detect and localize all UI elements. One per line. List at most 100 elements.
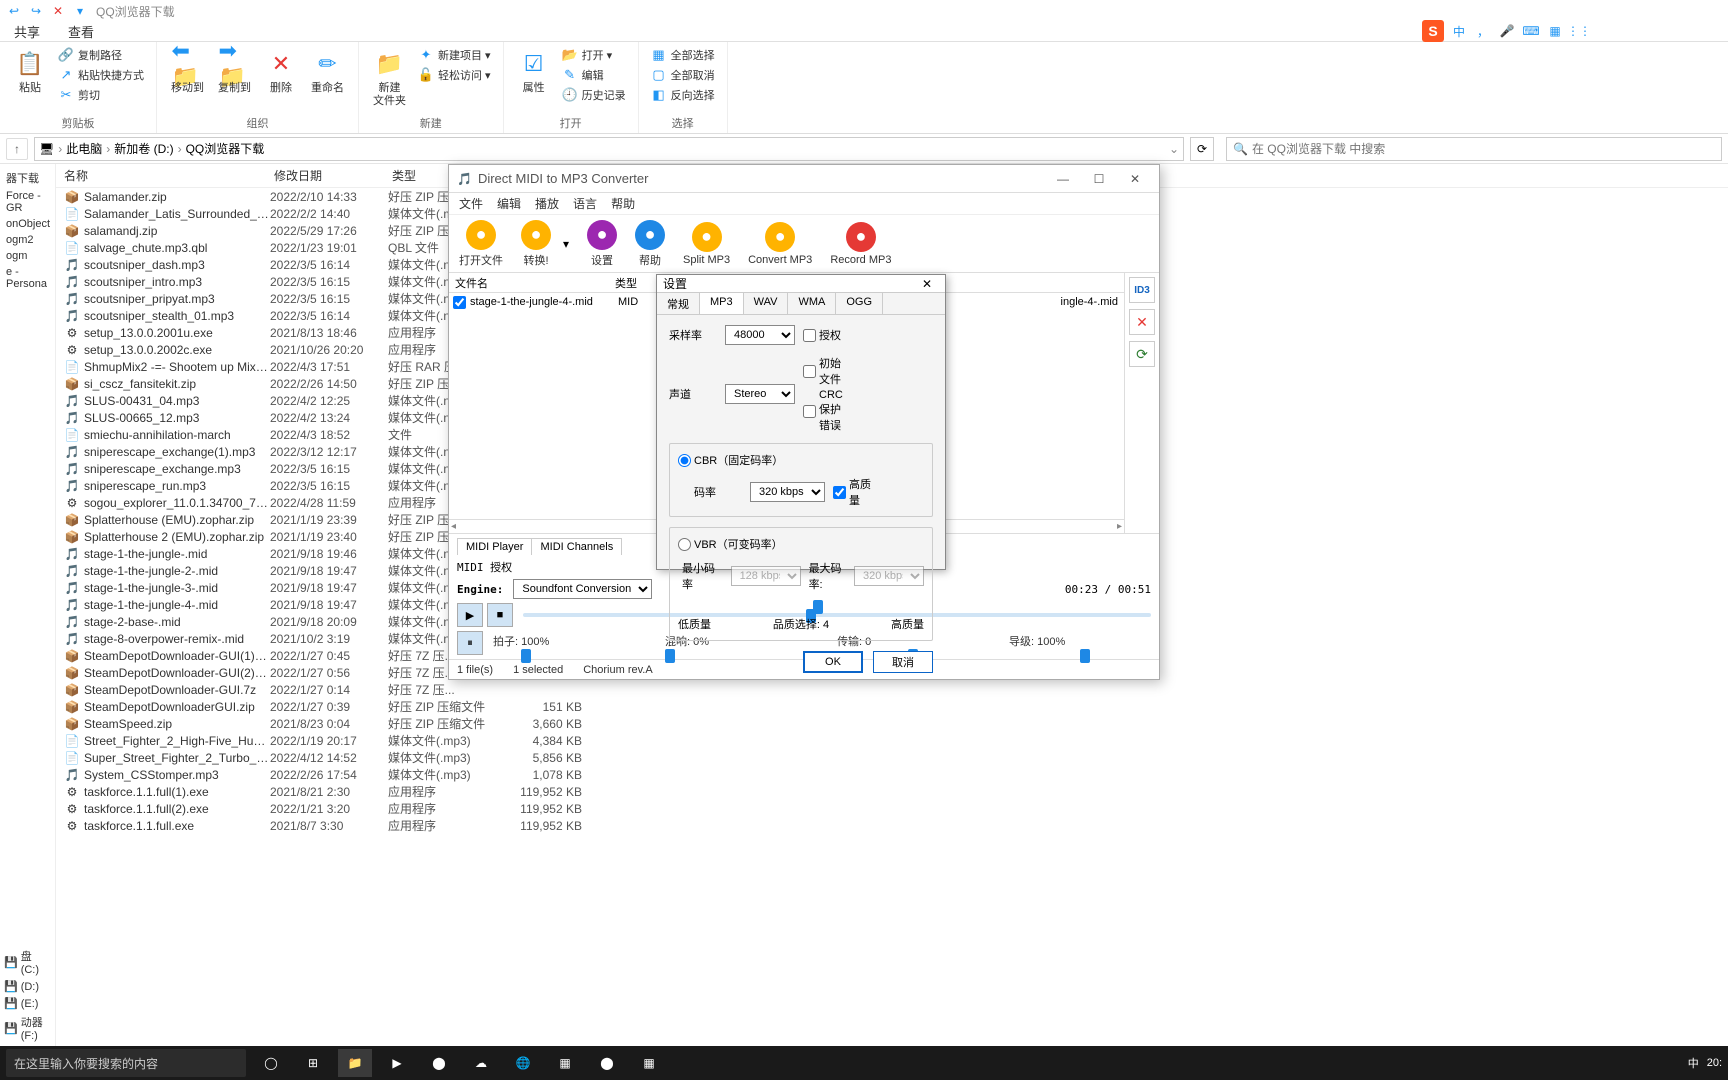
toolbar-button[interactable]: ●设置 — [587, 220, 617, 268]
settings-tab[interactable]: MP3 — [700, 293, 744, 314]
file-row[interactable]: 📦SteamDepotDownloader-GUI.7z2022/1/27 0:… — [56, 681, 1728, 698]
new-folder-button[interactable]: 📁新建 文件夹 — [369, 46, 410, 110]
cbr-radio[interactable]: CBR（固定码率） — [678, 452, 924, 468]
sidebar-drive[interactable]: 💾(D:) — [4, 980, 51, 993]
crumb-dropdown-icon[interactable]: ⌄ — [1169, 142, 1179, 156]
tab-share[interactable]: 共享 — [10, 22, 44, 41]
open-button[interactable]: 📂打开 ▾ — [560, 46, 628, 64]
col-filename[interactable]: 文件名 — [449, 275, 609, 291]
cortana-icon[interactable]: ◯ — [254, 1049, 288, 1077]
col-date[interactable]: 修改日期 — [266, 167, 384, 184]
sidebar-item[interactable]: ogm2 — [4, 232, 51, 248]
sidebar-item[interactable]: onObject — [4, 216, 51, 232]
properties-button[interactable]: ☑属性 — [514, 46, 554, 97]
invert-select-button[interactable]: ◧反向选择 — [649, 86, 717, 104]
edit-button[interactable]: ✎编辑 — [560, 66, 628, 84]
settings-tab[interactable]: WAV — [744, 293, 789, 314]
back-icon[interactable]: ↩ — [6, 3, 22, 19]
sample-rate-select[interactable]: 48000 — [725, 325, 795, 345]
file-row[interactable]: ⚙taskforce.1.1.full(2).exe2022/1/21 3:20… — [56, 800, 1728, 817]
toolbar-button[interactable]: ●Convert MP3 — [748, 222, 812, 266]
sidebar-item[interactable]: 器下载 — [4, 168, 51, 188]
crumb-seg[interactable]: 新加卷 (D:) — [114, 140, 173, 157]
init-file-checkbox[interactable]: 初始文件 — [803, 355, 851, 387]
play-button[interactable]: ▶ — [457, 603, 483, 627]
converter-title-bar[interactable]: 🎵 Direct MIDI to MP3 Converter — ☐ ✕ — [449, 165, 1159, 193]
menu-item[interactable]: 帮助 — [611, 195, 635, 212]
auth-checkbox[interactable]: 授权 — [803, 327, 851, 343]
easy-access-button[interactable]: 🔓轻松访问 ▾ — [416, 66, 493, 84]
app-icon[interactable]: ▦ — [632, 1049, 666, 1077]
app-icon[interactable]: ☁ — [464, 1049, 498, 1077]
ok-button[interactable]: OK — [803, 651, 863, 673]
col-name[interactable]: 名称 — [56, 167, 266, 184]
app-icon[interactable]: ▦ — [548, 1049, 582, 1077]
cut-button[interactable]: ✂剪切 — [56, 86, 146, 104]
dropdown-icon[interactable]: ▾ — [72, 3, 88, 19]
ime-keyboard-icon[interactable]: ⌨ — [1522, 22, 1540, 40]
ime-lang-icon[interactable]: 中 — [1450, 22, 1468, 40]
search-box[interactable]: 🔍 — [1226, 137, 1722, 161]
reload-button[interactable]: ⟳ — [1129, 341, 1155, 367]
toolbar-button[interactable]: ●转换! — [521, 220, 551, 268]
app-icon[interactable]: ▶ — [380, 1049, 414, 1077]
delete-button[interactable]: ✕删除 — [261, 46, 301, 97]
pause-button[interactable]: ⏸ — [457, 631, 483, 655]
paste-shortcut-button[interactable]: ↗粘贴快捷方式 — [56, 66, 146, 84]
app-icon[interactable]: ⬤ — [590, 1049, 624, 1077]
id3-button[interactable]: ID3 — [1129, 277, 1155, 303]
col-filetype[interactable]: 类型 — [609, 275, 659, 291]
settings-title-bar[interactable]: 设置 ✕ — [657, 275, 945, 293]
app-icon[interactable]: ⬤ — [422, 1049, 456, 1077]
select-all-button[interactable]: ▦全部选择 — [649, 46, 717, 64]
menu-item[interactable]: 文件 — [459, 195, 483, 212]
menu-item[interactable]: 播放 — [535, 195, 559, 212]
breadcrumb[interactable]: 🖥› 此电脑› 新加卷 (D:)› QQ浏览器下载 ⌄ — [34, 137, 1184, 161]
menu-item[interactable]: 编辑 — [497, 195, 521, 212]
remove-button[interactable]: ✕ — [1129, 309, 1155, 335]
ime-skin-icon[interactable]: ▦ — [1546, 22, 1564, 40]
paste-button[interactable]: 📋 粘贴 — [10, 46, 50, 97]
sidebar-drive[interactable]: 💾(E:) — [4, 997, 51, 1010]
explorer-icon[interactable]: 📁 — [338, 1049, 372, 1077]
move-to-button[interactable]: ⬅📁移动到 — [167, 46, 208, 97]
copy-path-button[interactable]: 🔗复制路径 — [56, 46, 146, 64]
task-view-icon[interactable]: ⊞ — [296, 1049, 330, 1077]
player-tab[interactable]: MIDI Player — [457, 538, 532, 555]
tray-ime[interactable]: 中 — [1688, 1055, 1699, 1071]
history-button[interactable]: 🕘历史记录 — [560, 86, 628, 104]
maximize-button[interactable]: ☐ — [1083, 168, 1115, 190]
toolbar-button[interactable]: ●Split MP3 — [683, 222, 730, 266]
cancel-button[interactable]: 取消 — [873, 651, 933, 673]
settings-close-button[interactable]: ✕ — [915, 277, 939, 291]
taskbar-search[interactable]: 在这里输入你要搜索的内容 — [6, 1049, 246, 1077]
rename-button[interactable]: ✏重命名 — [307, 46, 348, 97]
file-row[interactable]: 📦SteamSpeed.zip2021/8/23 0:04好压 ZIP 压缩文件… — [56, 715, 1728, 732]
toolbar-button[interactable]: ●帮助 — [635, 220, 665, 268]
file-row[interactable]: 📄Super_Street_Fighter_2_Turbo_New_...202… — [56, 749, 1728, 766]
close-button[interactable]: ✕ — [1119, 168, 1151, 190]
ime-menu-icon[interactable]: ⋮⋮ — [1570, 22, 1588, 40]
engine-select[interactable]: Soundfont Conversion — [513, 579, 652, 599]
refresh-button[interactable]: ⟳ — [1190, 137, 1214, 161]
channel-select[interactable]: Stereo — [725, 384, 795, 404]
file-row[interactable]: 🎵System_CSStomper.mp32022/2/26 17:54媒体文件… — [56, 766, 1728, 783]
file-row[interactable]: ⚙taskforce.1.1.full(1).exe2021/8/21 2:30… — [56, 783, 1728, 800]
crumb-seg[interactable]: QQ浏览器下载 — [186, 140, 265, 157]
tray-time[interactable]: 20: — [1707, 1057, 1722, 1069]
settings-tab[interactable]: 常规 — [657, 293, 700, 314]
file-row[interactable]: 📦SteamDepotDownloaderGUI.zip2022/1/27 0:… — [56, 698, 1728, 715]
select-none-button[interactable]: ▢全部取消 — [649, 66, 717, 84]
hq-checkbox[interactable]: 高质量 — [833, 476, 881, 508]
close-small-icon[interactable]: ✕ — [50, 3, 66, 19]
stop-button[interactable]: ■ — [487, 603, 513, 627]
sidebar-item[interactable]: e - Persona — [4, 264, 51, 292]
redo-icon[interactable]: ↪ — [28, 3, 44, 19]
menu-item[interactable]: 语言 — [573, 195, 597, 212]
ime-voice-icon[interactable]: 🎤 — [1498, 22, 1516, 40]
settings-tab[interactable]: OGG — [836, 293, 883, 314]
sidebar-drive[interactable]: 💾动器 (F:) — [4, 1014, 51, 1042]
sidebar-item[interactable]: ogm — [4, 248, 51, 264]
settings-tab[interactable]: WMA — [788, 293, 836, 314]
item-checkbox[interactable] — [453, 296, 466, 309]
